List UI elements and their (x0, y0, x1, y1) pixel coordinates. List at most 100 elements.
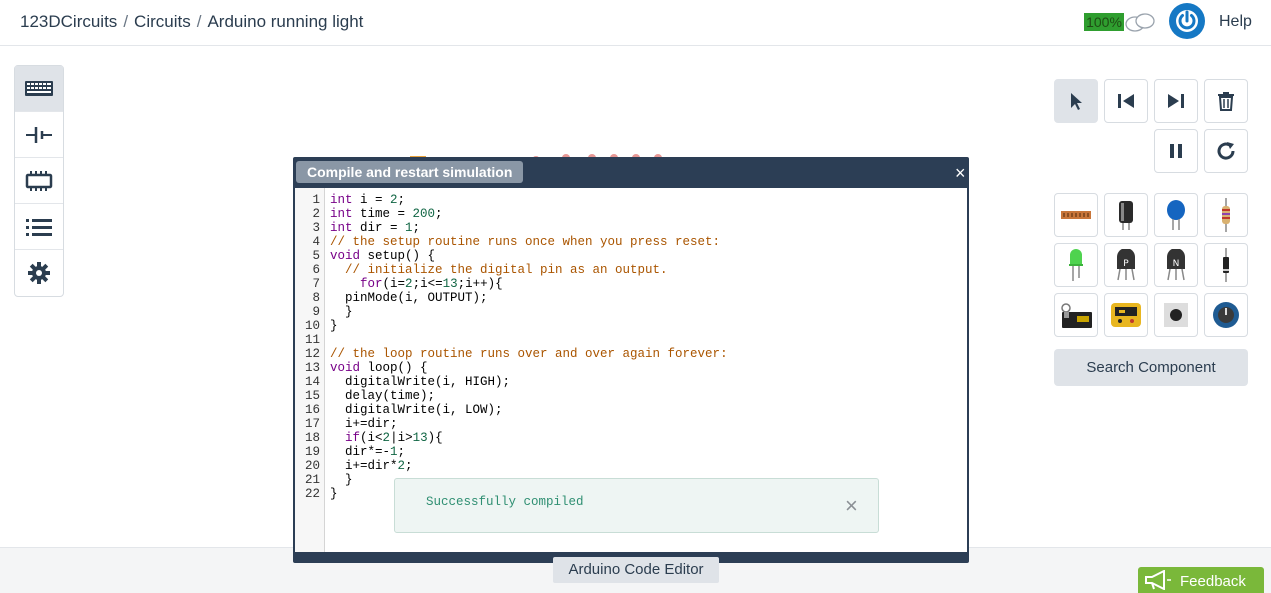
code-content[interactable]: int i = 2; int time = 200; int dir = 1;// … (330, 193, 728, 501)
breadboard-icon (1061, 211, 1091, 219)
code-token: 1 (390, 445, 398, 459)
component-potentiometer[interactable] (1204, 293, 1248, 337)
resistor-icon (1222, 198, 1230, 232)
arduino-code-editor-tab[interactable]: Arduino Code Editor (553, 557, 719, 583)
code-token: ; (397, 445, 406, 459)
line-number: 19 (304, 445, 320, 459)
code-token: i+=dir* (330, 459, 398, 473)
code-token: ; (435, 207, 443, 221)
line-number: 14 (304, 375, 320, 389)
code-token: ; (412, 221, 421, 235)
component-multimeter[interactable] (1104, 293, 1148, 337)
toast-close-icon[interactable]: × (845, 495, 858, 517)
search-component-button[interactable]: Search Component (1054, 349, 1248, 386)
code-token: ;i++){ (457, 277, 503, 291)
code-line: dir*=-1; (330, 445, 728, 459)
zoom-level: 100% (1084, 13, 1124, 31)
component-breadboard[interactable] (1054, 193, 1098, 237)
svg-text:N: N (1173, 259, 1180, 269)
select-tool-button[interactable] (1054, 79, 1098, 123)
line-number: 6 (312, 263, 320, 277)
capacitor-icon (1119, 201, 1133, 230)
chat-icon[interactable] (1124, 12, 1156, 34)
megaphone-icon (1145, 570, 1171, 590)
compile-status-toast: Successfully compiled × (394, 478, 879, 533)
line-number: 7 (312, 277, 320, 291)
component-resistor[interactable] (1204, 193, 1248, 237)
board-tool[interactable] (15, 158, 63, 204)
code-line: i+=dir; (330, 417, 728, 431)
svg-text:P: P (1123, 259, 1129, 269)
component-arduino[interactable] (1054, 293, 1098, 337)
code-token: 1 (405, 221, 413, 235)
code-editor-tool[interactable] (15, 66, 63, 112)
breadcrumb: 123DCircuits / Circuits / Arduino running li… (20, 12, 363, 32)
component-pnp-transistor[interactable]: P (1104, 243, 1148, 287)
keyboard-icon (25, 80, 53, 96)
code-token: dir*=- (330, 445, 391, 459)
code-token: dir = (352, 221, 406, 235)
step-forward-button[interactable] (1154, 79, 1198, 123)
restart-icon (1217, 142, 1235, 160)
breadboard-icon (25, 170, 53, 191)
code-token: 200 (412, 207, 436, 221)
line-number: 9 (312, 305, 320, 319)
code-token: time = (352, 207, 413, 221)
code-token: i = (352, 193, 391, 207)
brand-logo[interactable]: 123DCircuits (20, 12, 117, 31)
code-line: int time = 200; (330, 207, 728, 221)
help-link[interactable]: Help (1219, 13, 1252, 31)
compile-restart-button[interactable]: Compile and restart simulation (296, 161, 524, 183)
step-back-button[interactable] (1104, 79, 1148, 123)
settings-tool[interactable] (15, 250, 63, 296)
code-token: } (330, 473, 353, 487)
trash-icon (1218, 92, 1234, 111)
line-number: 21 (304, 473, 320, 487)
ceramic-capacitor-icon (1167, 200, 1185, 230)
line-number: 11 (304, 333, 320, 347)
line-number: 8 (312, 291, 320, 305)
breadcrumb-circuits-link[interactable]: Circuits (134, 12, 191, 31)
line-number: 18 (304, 431, 320, 445)
line-number: 20 (304, 459, 320, 473)
feedback-button[interactable]: Feedback (1138, 567, 1264, 593)
code-token: (i= (382, 277, 406, 291)
breadcrumb-current-circuit[interactable]: Arduino running light (207, 12, 363, 31)
code-token: int (330, 193, 353, 207)
code-token: 2 (405, 277, 413, 291)
code-line: digitalWrite(i, HIGH); (330, 375, 728, 389)
code-token: for (360, 277, 383, 291)
code-token: 13 (442, 277, 458, 291)
power-icon[interactable] (1169, 3, 1205, 39)
code-token: 2 (397, 459, 406, 473)
line-number: 2 (312, 207, 320, 221)
code-token: 2 (382, 431, 391, 445)
component-ceramic-capacitor[interactable] (1154, 193, 1198, 237)
pnp-transistor-icon: P (1117, 249, 1135, 281)
delete-button[interactable] (1204, 79, 1248, 123)
close-icon[interactable]: × (955, 163, 966, 184)
parts-list-tool[interactable] (15, 204, 63, 250)
code-line: int i = 2; (330, 193, 728, 207)
component-diode[interactable] (1204, 243, 1248, 287)
code-line: int dir = 1; (330, 221, 728, 235)
code-token: void (330, 249, 361, 263)
code-token: int (330, 221, 353, 235)
code-token: ; (405, 459, 413, 473)
code-token: pinMode(i, OUTPUT); (330, 291, 488, 305)
code-line: } (330, 305, 728, 319)
code-line: i+=dir*2; (330, 459, 728, 473)
component-electrolytic-capacitor[interactable] (1104, 193, 1148, 237)
led-green-icon (1069, 249, 1083, 281)
pause-button[interactable] (1154, 129, 1198, 173)
pause-icon (1170, 144, 1182, 158)
component-led[interactable] (1054, 243, 1098, 287)
component-npn-transistor[interactable]: N (1154, 243, 1198, 287)
restart-button[interactable] (1204, 129, 1248, 173)
components-tool[interactable] (15, 112, 63, 158)
component-pushbutton[interactable] (1154, 293, 1198, 337)
code-token: 2 (390, 193, 398, 207)
code-line: // the loop routine runs over and over a… (330, 347, 728, 361)
